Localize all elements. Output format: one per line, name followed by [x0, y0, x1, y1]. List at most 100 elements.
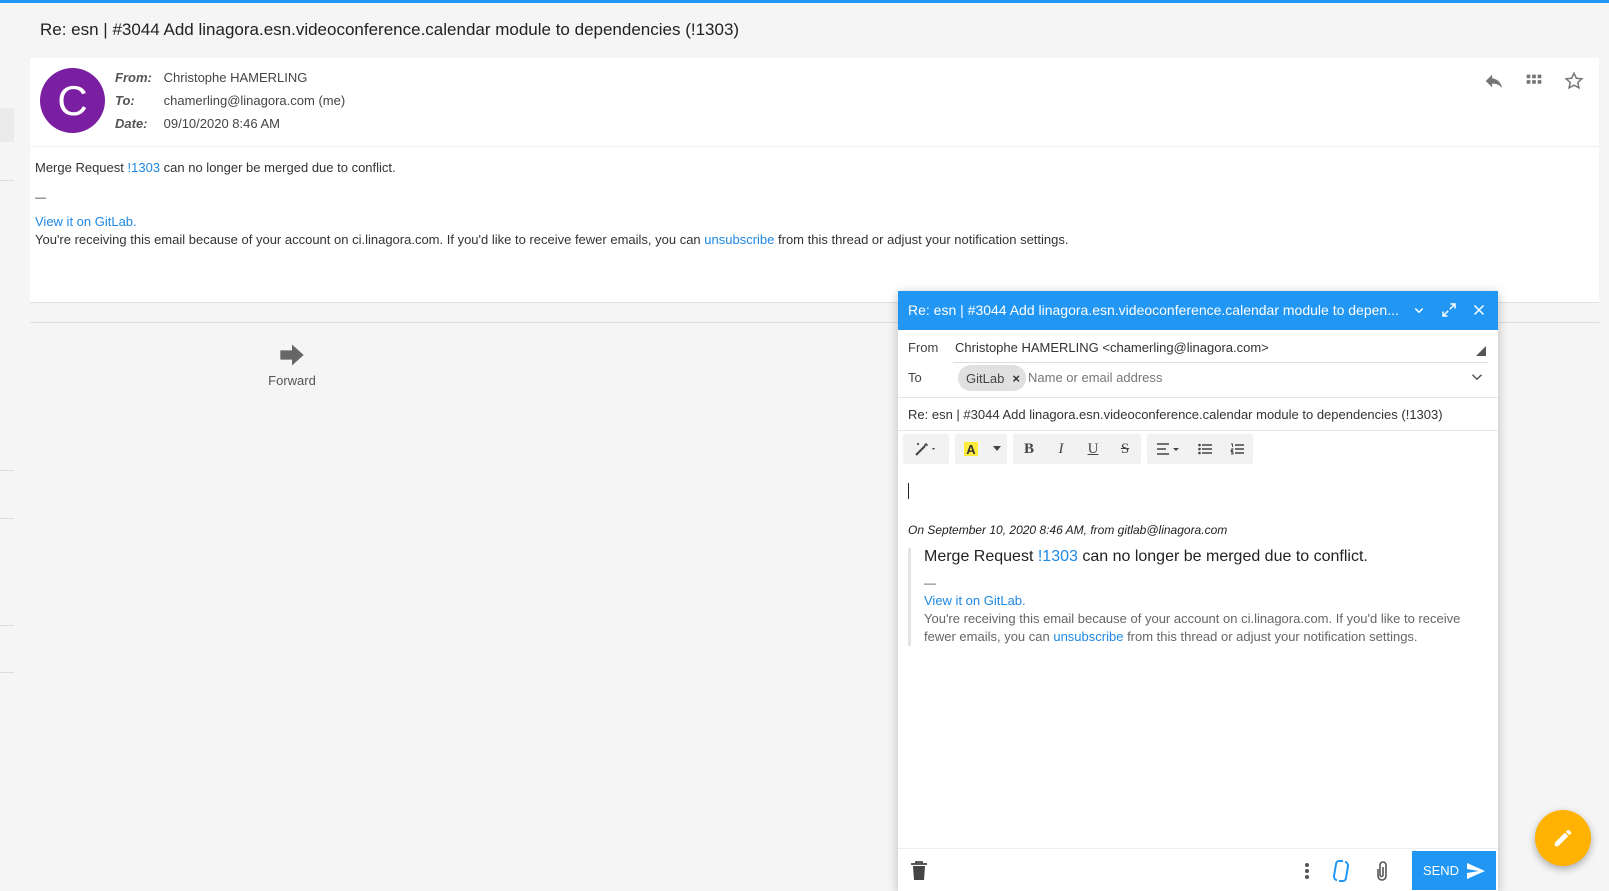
- remove-recipient-icon[interactable]: ×: [1012, 371, 1020, 386]
- period: .: [133, 214, 137, 229]
- align-button[interactable]: [1147, 434, 1189, 464]
- footer-actions: SEND: [1304, 851, 1496, 890]
- more-vert-icon[interactable]: [1304, 862, 1310, 880]
- expand-fullscreen-icon[interactable]: [1440, 301, 1458, 319]
- quoted-notice-line-1: You're receiving this email because of y…: [924, 611, 1461, 626]
- to-row: To: chamerling@linagora.com (me): [115, 93, 345, 108]
- caret-down-icon: [993, 446, 1001, 451]
- star-outline-icon[interactable]: [1563, 70, 1585, 92]
- highlight-a-icon: A: [964, 442, 978, 457]
- trash-icon[interactable]: [910, 861, 928, 881]
- merge-request-link[interactable]: !1303: [128, 160, 161, 175]
- quoted-unsubscribe-link[interactable]: unsubscribe: [1053, 629, 1123, 644]
- view-on-gitlab-line: View it on GitLab.: [35, 214, 137, 229]
- numbered-list-icon: [1230, 443, 1244, 455]
- notification-notice: You're receiving this email because of y…: [35, 232, 1068, 247]
- quote-header: On September 10, 2020 8:46 AM, from gitl…: [908, 523, 1228, 537]
- notice-text: from this thread or adjust your notifica…: [774, 232, 1069, 247]
- date-label: Date:: [115, 116, 148, 131]
- quoted-dash: —: [924, 576, 936, 590]
- apps-grid-icon[interactable]: [1523, 70, 1545, 92]
- composer-to-label: To: [908, 370, 922, 385]
- quoted-notice-text: from this thread or adjust your notifica…: [1123, 629, 1418, 644]
- color-group: A: [955, 434, 1007, 464]
- top-progress-line: [0, 0, 1609, 3]
- composer-window: Re: esn | #3044 Add linagora.esn.videoco…: [898, 291, 1498, 891]
- reply-icon[interactable]: [1483, 70, 1505, 92]
- message-text: can no longer be merged due to conflict.: [160, 160, 396, 175]
- left-rail-divider: [0, 672, 14, 673]
- style-magic-wand-button[interactable]: [903, 434, 949, 464]
- recipient-input[interactable]: [1028, 370, 1428, 385]
- svg-text:A: A: [966, 442, 976, 457]
- header-divider: [30, 146, 1599, 147]
- signature-dash: —: [35, 192, 46, 204]
- quoted-view-on-gitlab-link[interactable]: View it on GitLab: [924, 593, 1022, 608]
- minimize-chevron-icon[interactable]: [1410, 301, 1428, 319]
- message-line-1: Merge Request !1303 can no longer be mer…: [35, 160, 396, 175]
- from-row: From: Christophe HAMERLING: [115, 70, 307, 85]
- to-value[interactable]: chamerling@linagora.com (me): [164, 93, 346, 108]
- magic-wand-icon: [915, 443, 935, 456]
- composer-from-label: From: [908, 340, 939, 355]
- composer-subject-field[interactable]: Re: esn | #3044 Add linagora.esn.videoco…: [908, 407, 1488, 422]
- style-group: [903, 434, 949, 464]
- send-icon: [1467, 862, 1486, 879]
- left-rail-divider: [0, 180, 14, 181]
- recipient-chip-label: GitLab: [966, 370, 1005, 386]
- numbered-list-button[interactable]: [1221, 434, 1253, 464]
- left-rail-block: [0, 108, 14, 142]
- highlight-color-button[interactable]: A: [955, 434, 987, 464]
- forward-label: Forward: [268, 373, 316, 388]
- date-row: Date: 09/10/2020 8:46 AM: [115, 116, 280, 131]
- quoted-notice-text: fewer emails, you can: [924, 629, 1054, 644]
- quoted-text: can no longer be merged due to conflict.: [1077, 548, 1368, 565]
- bullet-list-button[interactable]: [1189, 434, 1221, 464]
- forward-arrow-icon: [280, 344, 304, 366]
- paragraph-group: [1147, 434, 1253, 464]
- strikethrough-button[interactable]: S: [1109, 434, 1141, 464]
- avatar[interactable]: C: [40, 68, 105, 133]
- underline-button[interactable]: U: [1077, 434, 1109, 464]
- view-on-gitlab-link[interactable]: View it on GitLab: [35, 214, 133, 229]
- formatting-toolbar: A B I U S: [903, 434, 1253, 464]
- insert-link-icon[interactable]: [1330, 859, 1352, 883]
- pencil-icon: [1554, 829, 1572, 847]
- attachment-icon[interactable]: [1372, 860, 1392, 882]
- send-button[interactable]: SEND: [1412, 851, 1496, 890]
- to-label: To:: [115, 93, 135, 108]
- row-divider: [898, 430, 1498, 431]
- quoted-line-1: Merge Request !1303 can no longer be mer…: [924, 548, 1478, 566]
- quoted-notice-line-2: fewer emails, you can unsubscribe from t…: [924, 628, 1478, 646]
- quoted-view-line: View it on GitLab.: [924, 592, 1478, 610]
- forward-button[interactable]: Forward: [262, 341, 322, 388]
- quoted-merge-request-link[interactable]: !1303: [1038, 548, 1078, 565]
- composer-footer: SEND: [898, 848, 1498, 891]
- italic-button[interactable]: I: [1045, 434, 1077, 464]
- composer-header-actions: [1410, 301, 1488, 319]
- close-icon[interactable]: [1470, 301, 1488, 319]
- bold-button[interactable]: B: [1013, 434, 1045, 464]
- select-caret-icon[interactable]: [1476, 346, 1486, 356]
- send-label: SEND: [1422, 863, 1460, 878]
- message-card: C From: Christophe HAMERLING To: chamerl…: [30, 58, 1599, 303]
- quoted-message[interactable]: Merge Request !1303 can no longer be mer…: [908, 548, 1478, 646]
- from-value[interactable]: Christophe HAMERLING: [164, 70, 308, 85]
- from-identity-select[interactable]: Christophe HAMERLING <chamerling@linagor…: [955, 340, 1269, 355]
- composer-title: Re: esn | #3044 Add linagora.esn.videoco…: [908, 302, 1399, 318]
- expand-recipients-chevron-icon[interactable]: [1468, 368, 1486, 386]
- unsubscribe-link[interactable]: unsubscribe: [704, 232, 774, 247]
- compose-fab[interactable]: [1535, 810, 1591, 866]
- message-actions: [1483, 70, 1585, 92]
- left-rail-divider: [0, 625, 14, 626]
- period: .: [1022, 593, 1026, 608]
- from-underline: [953, 362, 1488, 363]
- left-rail-divider: [0, 470, 14, 471]
- text-cursor: [908, 483, 909, 499]
- color-dropdown-button[interactable]: [987, 434, 1007, 464]
- notice-text: You're receiving this email because of y…: [35, 232, 705, 247]
- left-rail-divider: [0, 518, 14, 519]
- recipient-chip[interactable]: GitLab ×: [958, 365, 1026, 391]
- composer-header[interactable]: Re: esn | #3044 Add linagora.esn.videoco…: [898, 291, 1498, 330]
- message-text: Merge Request: [35, 160, 128, 175]
